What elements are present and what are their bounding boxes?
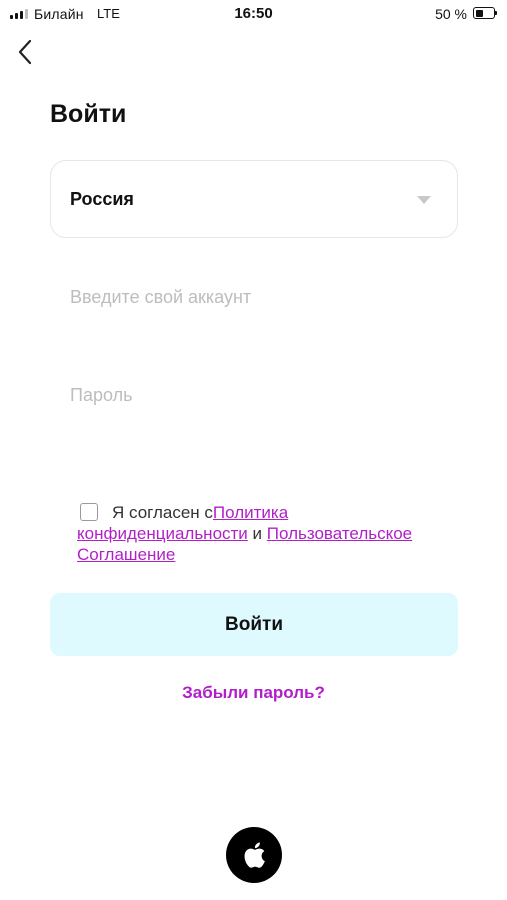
password-input[interactable] <box>50 365 458 425</box>
forgot-password-link[interactable]: Забыли пароль? <box>0 683 507 703</box>
battery-percent: 50 % <box>435 6 467 22</box>
status-bar: Билайн LTE 16:50 50 % <box>0 0 507 30</box>
agreement-checkbox[interactable] <box>80 503 98 521</box>
login-screen: Билайн LTE 16:50 50 % Войти Россия Я сог… <box>0 0 507 900</box>
password-field-wrapper <box>50 365 458 425</box>
agreement-conjunction: и <box>252 524 263 543</box>
agreement-prefix: Я согласен с <box>112 503 213 522</box>
account-field-wrapper <box>50 267 458 327</box>
login-button[interactable]: Войти <box>50 593 458 656</box>
apple-signin-button[interactable] <box>226 827 282 883</box>
country-select[interactable]: Россия <box>50 160 458 238</box>
country-value: Россия <box>70 189 134 209</box>
agreement-text: Я согласен сПолитика конфиденциальности … <box>77 502 447 565</box>
battery-icon <box>473 7 497 19</box>
apple-icon <box>244 842 265 868</box>
page-title: Войти <box>50 100 127 128</box>
status-time: 16:50 <box>234 5 273 22</box>
chevron-left-icon <box>18 39 32 65</box>
caret-down-icon <box>417 196 431 204</box>
back-button[interactable] <box>10 36 40 68</box>
account-input[interactable] <box>50 267 458 327</box>
